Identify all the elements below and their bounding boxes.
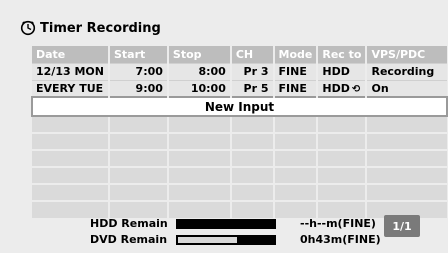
empty-row[interactable] xyxy=(32,149,447,167)
new-input-button[interactable]: New Input xyxy=(31,96,448,117)
cell-vps: Recording xyxy=(366,62,447,80)
col-ch: CH xyxy=(230,46,275,63)
cell-vps: On xyxy=(366,79,447,97)
timer-table: Date Start Stop CH Mode Rec to VPS/PDC 1… xyxy=(31,46,448,218)
cell-rec-to: HDD ⟲ xyxy=(317,79,368,97)
dvd-remain-fill xyxy=(178,237,237,243)
cell-rec-to: HDD xyxy=(317,62,368,80)
page-title: Timer Recording xyxy=(20,18,161,38)
hdd-remain-value: --h--m(FINE) xyxy=(300,217,376,230)
timer-recording-screen: Timer Recording Date Start Stop CH Mode … xyxy=(0,0,448,253)
cell-start: 9:00 xyxy=(108,79,169,97)
cell-start: 7:00 xyxy=(108,62,169,80)
cell-mode: FINE xyxy=(273,62,319,80)
col-rec-to: Rec to xyxy=(317,46,368,63)
col-mode: Mode xyxy=(273,46,319,63)
repeat-icon: ⟲ xyxy=(351,83,361,95)
dvd-remain-value: 0h43m(FINE) xyxy=(300,233,381,246)
col-vps: VPS/PDC xyxy=(366,46,447,63)
empty-row[interactable] xyxy=(32,132,447,150)
table-header: Date Start Stop CH Mode Rec to VPS/PDC xyxy=(32,46,447,63)
title-text: Timer Recording xyxy=(40,20,161,36)
empty-row[interactable] xyxy=(32,166,447,184)
table-row[interactable]: 12/13 MON 7:00 8:00 Pr 3 FINE HDD Record… xyxy=(32,62,447,80)
col-stop: Stop xyxy=(167,46,232,63)
table-row[interactable]: EVERY TUE 9:00 10:00 Pr 5 FINE HDD ⟲ On xyxy=(32,79,447,97)
hdd-remain-label: HDD Remain xyxy=(90,217,168,230)
empty-row[interactable] xyxy=(32,115,447,133)
cell-stop: 10:00 xyxy=(167,79,232,97)
hdd-remain-bar xyxy=(176,219,276,229)
cell-stop: 8:00 xyxy=(167,62,232,80)
page-indicator: 1/1 xyxy=(384,215,420,237)
rec-to-text: HDD xyxy=(322,81,350,95)
empty-row[interactable] xyxy=(32,183,447,201)
col-start: Start xyxy=(108,46,169,63)
cell-date: 12/13 MON xyxy=(32,62,110,80)
dvd-remain-bar xyxy=(176,235,276,245)
cell-ch: Pr 3 xyxy=(230,62,275,80)
clock-icon xyxy=(20,20,36,36)
cell-ch: Pr 5 xyxy=(230,79,275,97)
cell-mode: FINE xyxy=(273,79,319,97)
cell-date: EVERY TUE xyxy=(32,79,110,97)
new-input-row[interactable]: New Input xyxy=(31,96,448,117)
dvd-remain-label: DVD Remain xyxy=(90,233,168,246)
col-date: Date xyxy=(32,46,110,63)
